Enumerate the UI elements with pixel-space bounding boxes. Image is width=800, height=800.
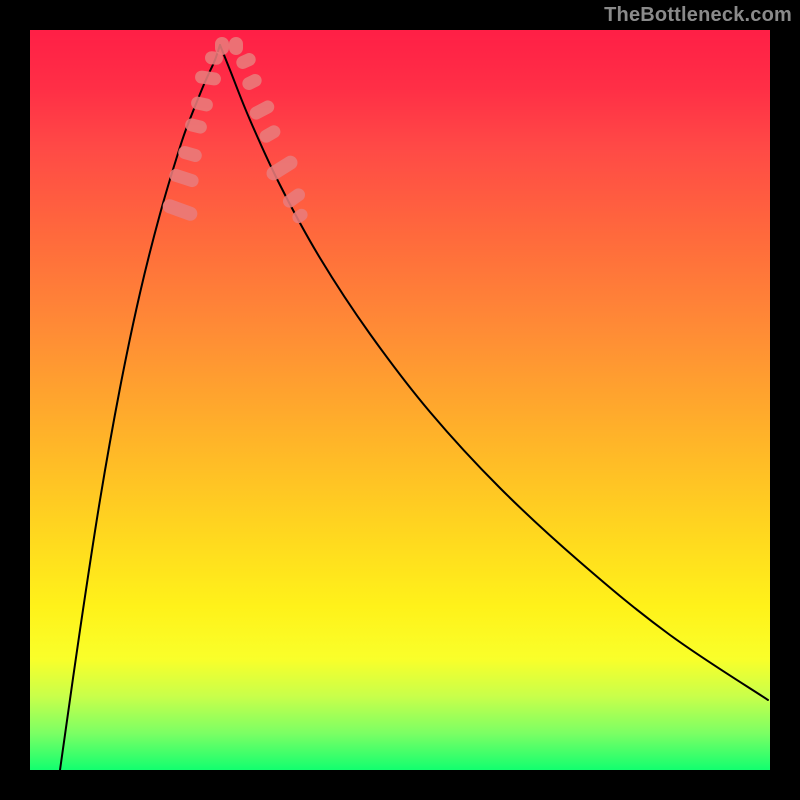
data-marker [264,153,300,183]
curve-layer [30,30,770,770]
data-marker [184,117,208,135]
chart-stage: TheBottleneck.com [0,0,800,800]
data-marker [215,37,229,55]
data-marker [161,197,200,222]
plot-area [30,30,770,770]
data-marker [280,186,307,210]
data-marker-group [161,37,310,226]
data-marker [194,70,222,86]
bottleneck-curve-right [220,45,768,700]
data-marker [229,37,243,55]
watermark-label: TheBottleneck.com [604,4,792,27]
data-marker [247,98,276,122]
data-marker [240,72,264,92]
data-marker [257,123,283,145]
data-marker [168,167,201,189]
